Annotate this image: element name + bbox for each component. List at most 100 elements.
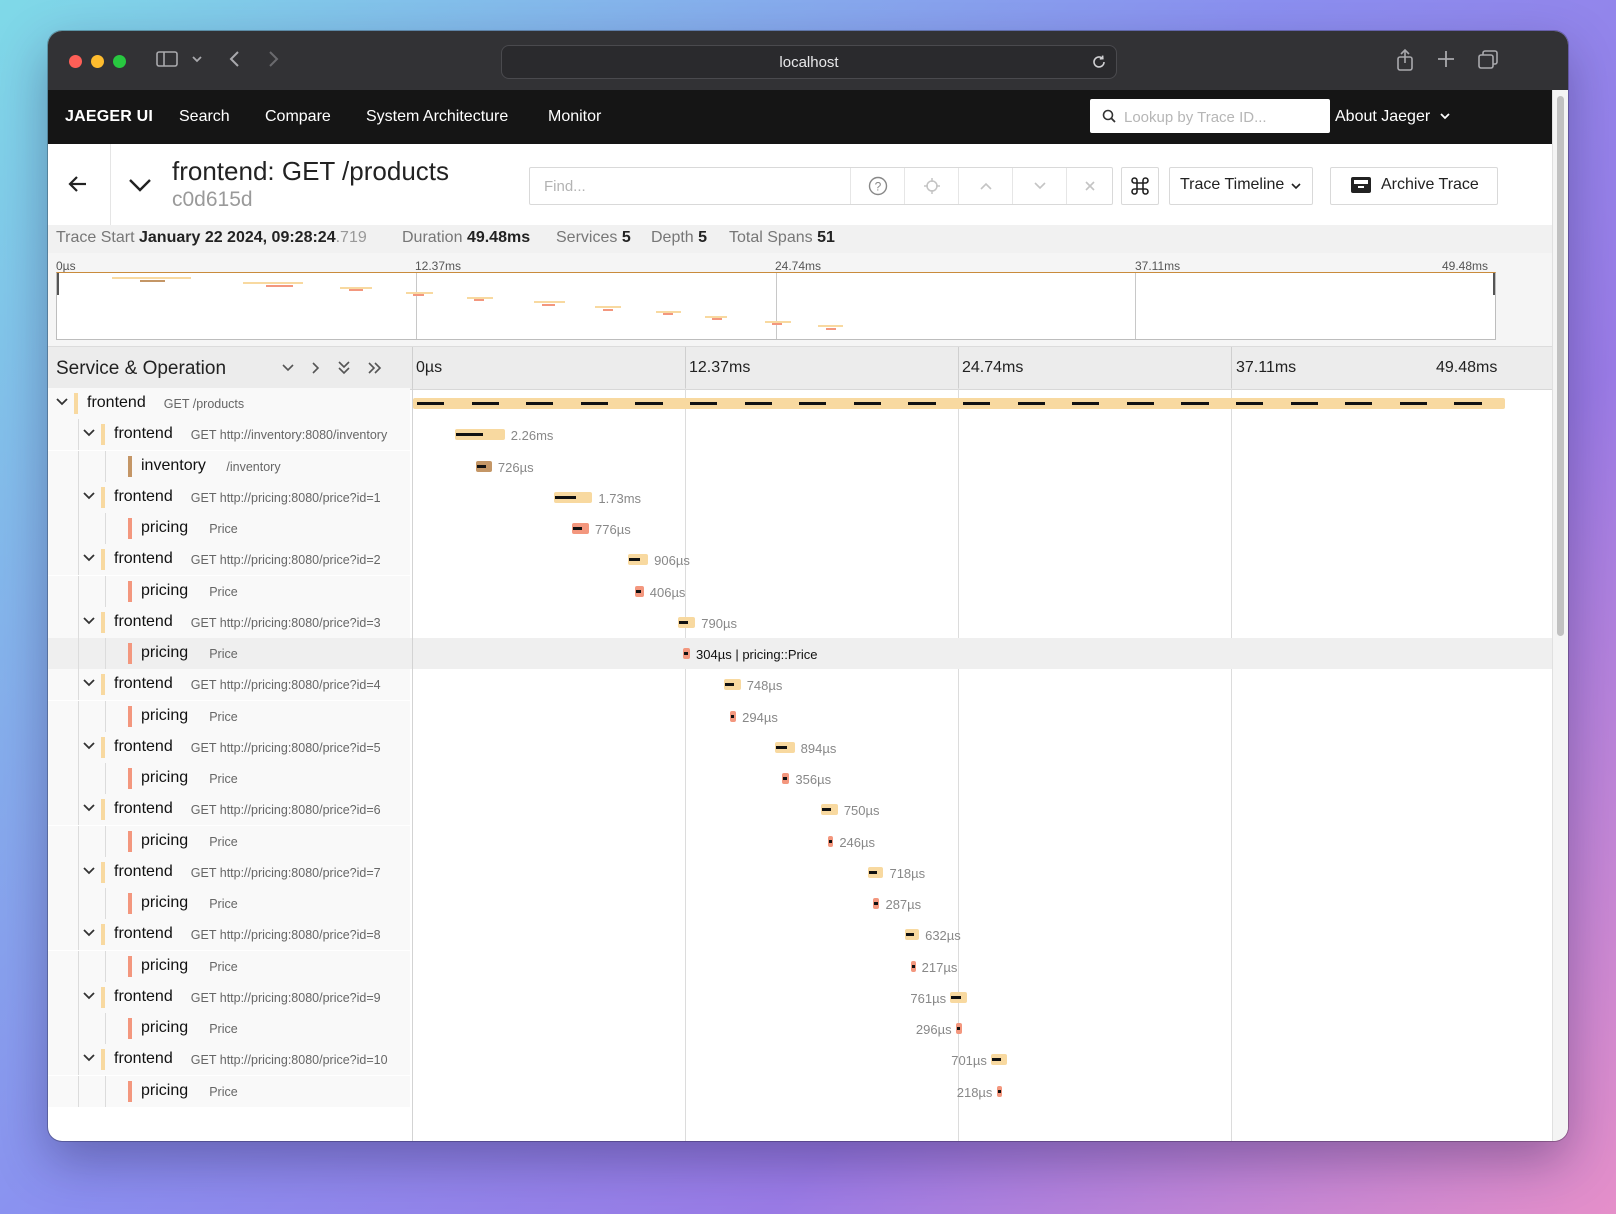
span-name-cell[interactable]: pricing Price (48, 575, 410, 607)
back-nav-icon[interactable] (224, 48, 250, 74)
span-toggle-icon[interactable] (81, 738, 97, 754)
span-row[interactable]: frontend GET http://pricing:8080/price?id… (48, 544, 1552, 576)
span-bar[interactable] (873, 898, 880, 909)
span-bar[interactable] (677, 616, 696, 628)
next-match-icon[interactable] (1012, 168, 1067, 204)
collapse-header-icon[interactable] (126, 171, 154, 199)
archive-trace-button[interactable]: Archive Trace (1330, 167, 1498, 205)
span-row[interactable]: frontend GET http://pricing:8080/price?id… (48, 1044, 1552, 1076)
span-bar[interactable] (950, 991, 968, 1003)
span-name-cell[interactable]: inventory/inventory (48, 450, 410, 482)
span-row[interactable]: frontend GET http://pricing:8080/price?id… (48, 481, 1552, 513)
span-toggle-icon[interactable] (81, 800, 97, 816)
tab-overview-icon[interactable] (1476, 48, 1502, 74)
span-bar[interactable] (413, 398, 1505, 409)
span-row[interactable]: frontend GET http://pricing:8080/price?id… (48, 919, 1552, 951)
span-name-cell[interactable]: frontend GET http://pricing:8080/price?id… (48, 794, 410, 826)
span-bar[interactable] (571, 523, 590, 534)
span-toggle-icon[interactable] (81, 988, 97, 1004)
span-name-cell[interactable]: frontend GET http://pricing:8080/price?id… (48, 856, 410, 888)
span-bar[interactable] (724, 679, 741, 691)
span-name-cell[interactable]: frontend GET http://pricing:8080/price?id… (48, 1044, 410, 1076)
close-window-button[interactable] (69, 55, 82, 68)
span-toggle-icon[interactable] (54, 394, 70, 410)
clear-search-icon[interactable] (1066, 168, 1113, 204)
span-bar[interactable] (475, 460, 492, 472)
span-row[interactable]: pricing Price 304µs | pricing::Price (48, 638, 1552, 669)
span-bar[interactable] (554, 491, 593, 503)
page-scrollbar[interactable] (1552, 90, 1568, 1141)
span-name-cell[interactable]: frontend GET http://pricing:8080/price?id… (48, 981, 410, 1013)
span-name-cell[interactable]: pricing Price (48, 1075, 410, 1107)
column-resizer[interactable] (412, 347, 413, 389)
forward-nav-icon[interactable] (262, 48, 288, 74)
chevron-down-icon[interactable] (189, 48, 215, 74)
span-row[interactable]: frontend GET http://pricing:8080/price?id… (48, 669, 1552, 701)
span-name-cell[interactable]: pricing Price (48, 513, 410, 544)
span-bar[interactable] (781, 773, 790, 784)
span-bar[interactable] (955, 1023, 963, 1034)
span-name-cell[interactable]: pricing Price (48, 763, 410, 794)
back-button[interactable] (48, 144, 111, 225)
jaeger-ui-logo[interactable]: JAEGER UI (65, 108, 153, 126)
share-icon[interactable] (1394, 48, 1420, 74)
address-bar[interactable]: localhost (501, 45, 1117, 79)
minimap-left-handle[interactable] (57, 273, 59, 295)
nav-search[interactable]: Search (179, 108, 230, 126)
span-bar[interactable] (827, 835, 834, 847)
span-bar[interactable] (454, 429, 505, 441)
trace-id-input[interactable] (1122, 99, 1326, 135)
span-bar[interactable] (729, 710, 737, 722)
span-name-cell[interactable]: frontend GET http://pricing:8080/price?id… (48, 669, 410, 701)
span-name-cell[interactable]: pricing Price (48, 700, 410, 732)
sidebar-toggle-icon[interactable] (155, 48, 181, 74)
minimap-canvas[interactable] (56, 272, 1496, 340)
span-name-cell[interactable]: frontend GET /products (48, 388, 410, 419)
span-row[interactable]: pricing Price 246µs (48, 825, 1552, 857)
span-name-cell[interactable]: frontend GET http://pricing:8080/price?id… (48, 919, 410, 951)
keyboard-shortcuts-button[interactable] (1121, 167, 1159, 205)
span-toggle-icon[interactable] (81, 613, 97, 629)
span-row[interactable]: pricing Price 776µs (48, 513, 1552, 544)
span-bar[interactable] (910, 960, 916, 972)
span-name-cell[interactable]: frontend GET http://pricing:8080/price?id… (48, 544, 410, 576)
span-name-cell[interactable]: pricing Price (48, 825, 410, 857)
expand-all-icon[interactable] (366, 360, 384, 376)
span-bar[interactable] (996, 1085, 1002, 1097)
span-name-cell[interactable]: frontend GET http://inventory:8080/invent… (48, 419, 410, 451)
span-row[interactable]: pricing Price 296µs (48, 1013, 1552, 1044)
span-name-cell[interactable]: frontend GET http://pricing:8080/price?id… (48, 731, 410, 763)
span-row[interactable]: frontend GET http://pricing:8080/price?id… (48, 794, 1552, 826)
span-row[interactable]: inventory/inventory 726µs (48, 450, 1552, 482)
span-row[interactable]: pricing Price 406µs (48, 575, 1552, 607)
span-toggle-icon[interactable] (81, 1050, 97, 1066)
span-row[interactable]: pricing Price 218µs (48, 1075, 1552, 1107)
span-toggle-icon[interactable] (81, 425, 97, 441)
collapse-one-icon[interactable] (280, 360, 296, 376)
expand-one-icon[interactable] (308, 360, 324, 376)
span-bar[interactable] (683, 648, 691, 659)
span-toggle-icon[interactable] (81, 863, 97, 879)
scrollbar-thumb[interactable] (1557, 96, 1564, 636)
collapse-all-icon[interactable] (336, 359, 352, 377)
span-bar[interactable] (991, 1054, 1007, 1066)
span-toggle-icon[interactable] (81, 550, 97, 566)
span-row[interactable]: pricing Price 287µs (48, 888, 1552, 919)
span-row[interactable]: frontend GET http://pricing:8080/price?id… (48, 606, 1552, 638)
span-name-cell[interactable]: pricing Price (48, 1013, 410, 1044)
span-name-cell[interactable]: pricing Price (48, 638, 410, 669)
zoom-window-button[interactable] (113, 55, 126, 68)
about-jaeger-menu[interactable]: About Jaeger (1335, 108, 1451, 126)
span-row[interactable]: frontend GET http://inventory:8080/invent… (48, 419, 1552, 451)
span-row[interactable]: pricing Price 356µs (48, 763, 1552, 794)
span-row[interactable]: pricing Price 294µs (48, 700, 1552, 732)
nav-compare[interactable]: Compare (265, 108, 331, 126)
span-bar[interactable] (628, 554, 649, 566)
nav-system-architecture[interactable]: System Architecture (366, 108, 508, 126)
nav-monitor[interactable]: Monitor (548, 108, 601, 126)
new-tab-icon[interactable] (1435, 48, 1461, 74)
trace-minimap[interactable]: 0µs 12.37ms 24.74ms 37.11ms 49.48ms (48, 253, 1552, 346)
span-toggle-icon[interactable] (81, 675, 97, 691)
view-selector[interactable]: Trace Timeline (1169, 167, 1313, 205)
reload-icon[interactable] (1090, 53, 1108, 71)
